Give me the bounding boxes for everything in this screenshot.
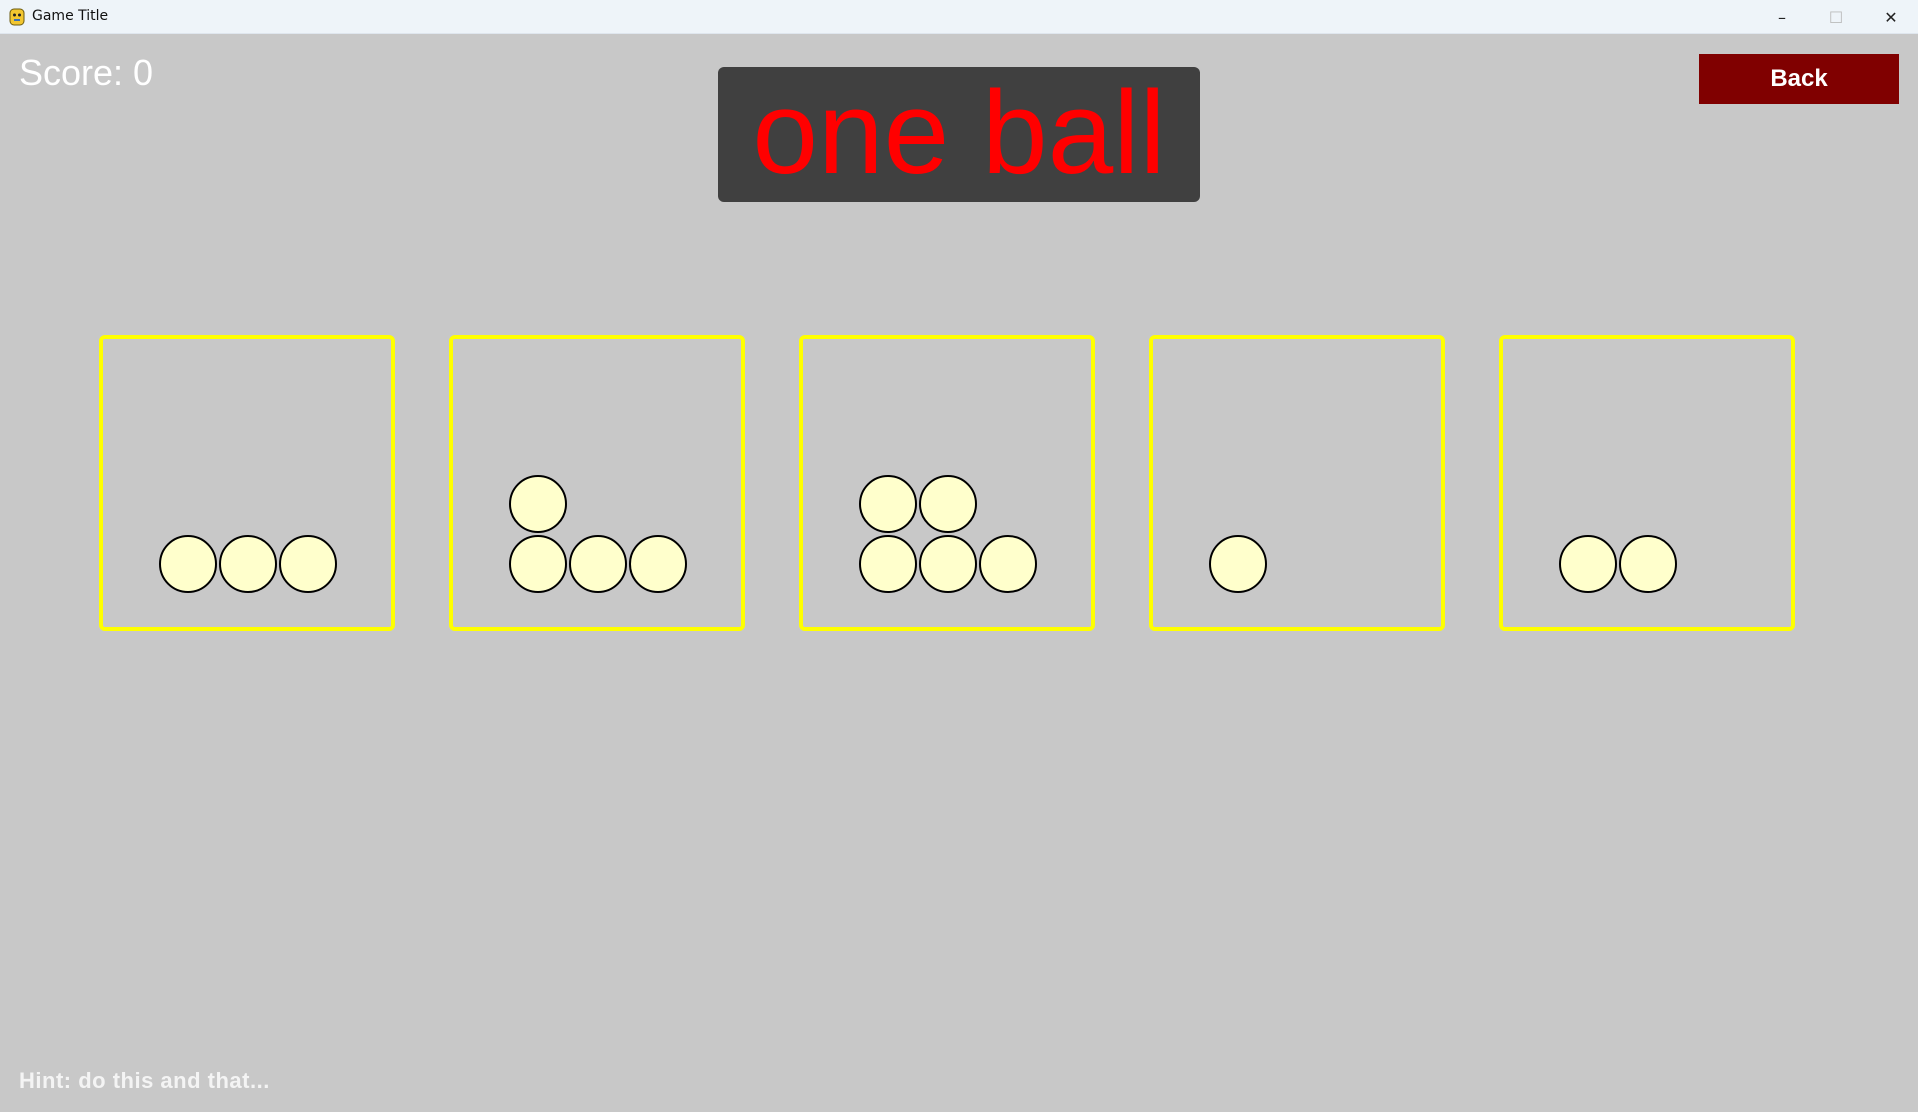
ball	[919, 535, 977, 593]
answer-box-1[interactable]	[99, 335, 395, 631]
close-button[interactable]: ✕	[1864, 0, 1918, 34]
ball	[569, 535, 627, 593]
ball	[859, 535, 917, 593]
answer-box-2[interactable]	[449, 335, 745, 631]
ball	[509, 535, 567, 593]
ball	[979, 535, 1037, 593]
python-icon	[9, 8, 25, 26]
score-label: Score: 0	[19, 52, 154, 93]
window-title: Game Title	[32, 8, 109, 24]
ball	[219, 535, 277, 593]
ball	[859, 475, 917, 533]
answer-box-4[interactable]	[1149, 335, 1445, 631]
answer-box-3[interactable]	[799, 335, 1095, 631]
prompt-text: one ball	[752, 66, 1166, 199]
ball	[279, 535, 337, 593]
game-canvas: Score: 0 one ball Back Hint: do this and…	[0, 34, 1918, 1112]
answer-box-5[interactable]	[1499, 335, 1795, 631]
hint-text: Hint: do this and that...	[19, 1068, 270, 1093]
ball	[1209, 535, 1267, 593]
maximize-button[interactable]: ☐	[1809, 0, 1863, 34]
minimize-button[interactable]: –	[1755, 0, 1809, 34]
ball	[159, 535, 217, 593]
ball	[1559, 535, 1617, 593]
window-titlebar[interactable]: Game Title – ☐ ✕	[0, 0, 1918, 34]
ball	[919, 475, 977, 533]
ball	[509, 475, 567, 533]
back-button[interactable]: Back	[1699, 54, 1899, 104]
ball	[1619, 535, 1677, 593]
ball	[629, 535, 687, 593]
prompt-panel: one ball	[718, 67, 1200, 202]
